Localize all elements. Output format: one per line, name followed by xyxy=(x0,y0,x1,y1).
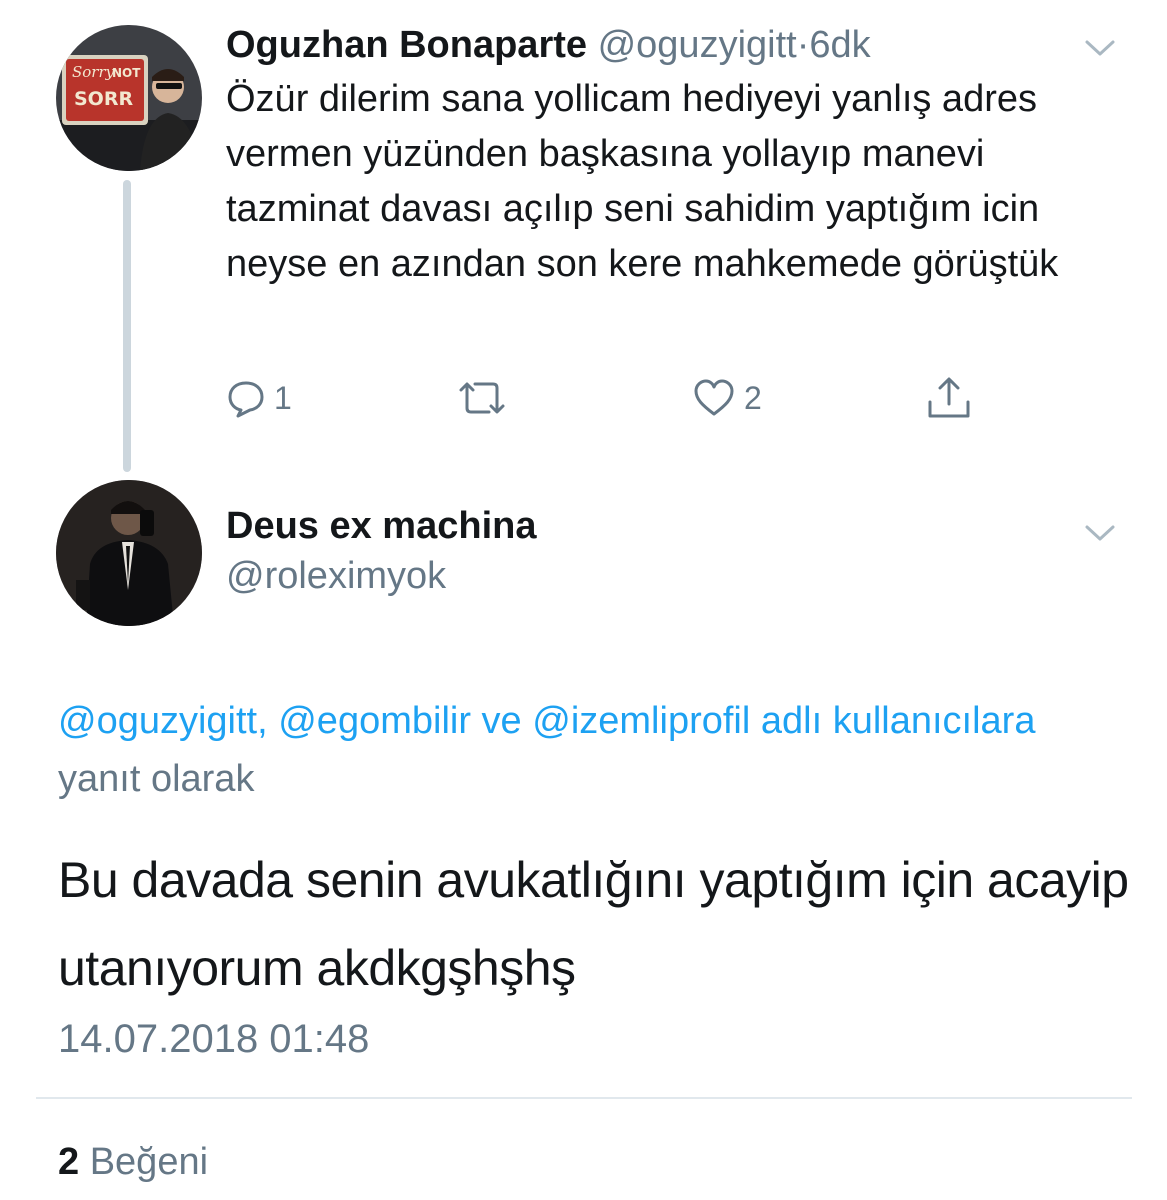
reply-conjunction[interactable]: ve xyxy=(482,700,522,742)
chevron-down-icon[interactable] xyxy=(1084,38,1116,58)
parent-handle[interactable]: @oguzyigitt xyxy=(598,24,797,66)
like-icon xyxy=(694,379,734,416)
svg-text:Sorry: Sorry xyxy=(72,63,115,81)
reply-count: 1 xyxy=(274,379,292,416)
parent-tweet-header: Oguzhan Bonaparte @oguzyigitt·6dk xyxy=(226,22,871,68)
thread-connector-line xyxy=(123,180,131,472)
replying-to-line: @oguzyigitt, @egombilir ve @izemliprofil… xyxy=(58,692,1118,808)
mention-egombilir[interactable]: @egombilir xyxy=(278,700,471,742)
retweet-button[interactable] xyxy=(455,374,517,422)
likes-summary[interactable]: 2 Beğeni xyxy=(58,1138,208,1186)
avatar-deus-ex-machina[interactable] xyxy=(56,480,202,626)
mention-izemliprofil[interactable]: @izemliprofil adlı kullanıcılara xyxy=(532,700,1035,742)
divider xyxy=(36,1097,1132,1099)
tweet-detail-screen: Sorry NOT SORR Oguzhan Bonaparte @oguzyi… xyxy=(0,0,1167,1200)
header-separator: · xyxy=(796,24,810,66)
main-tweet-text: Bu davada senin avukatlığını yaptığım iç… xyxy=(58,852,1129,996)
parent-tweet-text: Özür dilerim sana yollicam hediyeyi yanl… xyxy=(226,78,1059,285)
avatar-oguzhan[interactable]: Sorry NOT SORR xyxy=(56,25,202,171)
svg-text:NOT: NOT xyxy=(112,66,141,80)
share-icon xyxy=(928,377,970,418)
like-button[interactable]: 2 xyxy=(692,374,762,422)
reply-to-suffix: yanıt olarak xyxy=(58,758,255,800)
share-button[interactable] xyxy=(924,374,974,422)
reply-icon xyxy=(228,381,264,418)
tweet-timestamp: 14.07.2018 01:48 xyxy=(58,1017,370,1061)
parent-display-name[interactable]: Oguzhan Bonaparte xyxy=(226,24,587,66)
reply-button[interactable]: 1 xyxy=(226,374,292,422)
likes-label: Beğeni xyxy=(89,1141,209,1183)
mention-oguzyigitt[interactable]: @oguzyigitt, xyxy=(58,700,268,742)
svg-text:SORR: SORR xyxy=(74,88,133,110)
main-display-name[interactable]: Deus ex machina xyxy=(226,503,536,549)
chevron-down-icon[interactable] xyxy=(1084,523,1116,543)
main-handle[interactable]: @roleximyok xyxy=(226,553,446,599)
retweet-icon xyxy=(459,382,505,414)
likes-count: 2 xyxy=(58,1141,80,1183)
parent-time: 6dk xyxy=(809,24,871,66)
like-count: 2 xyxy=(744,379,762,416)
